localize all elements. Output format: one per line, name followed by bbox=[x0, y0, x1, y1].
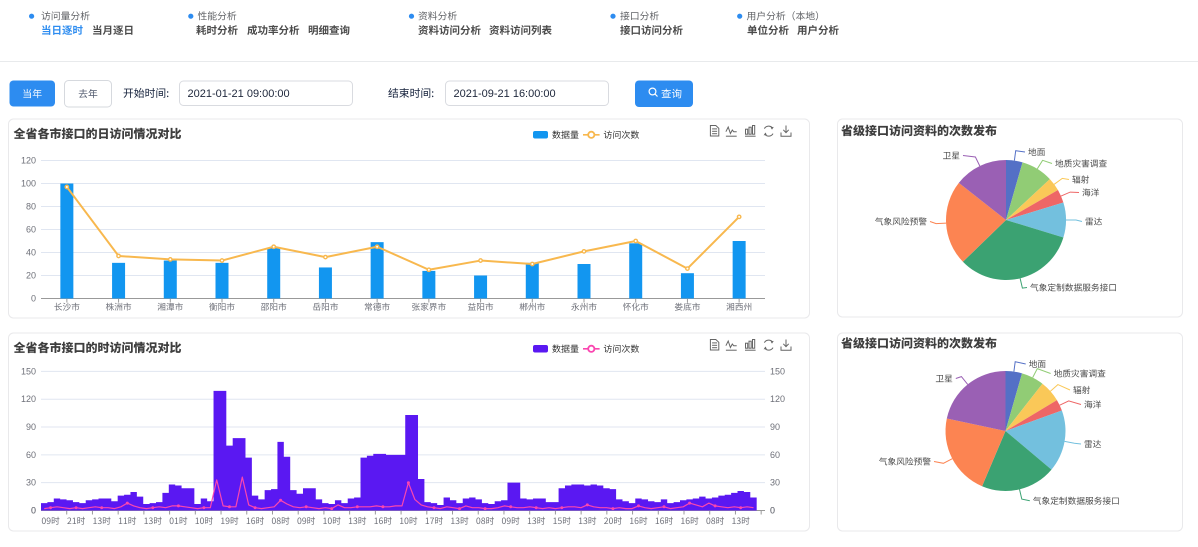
svg-text:150: 150 bbox=[770, 366, 785, 376]
svg-text:80: 80 bbox=[26, 202, 36, 212]
svg-text:0: 0 bbox=[31, 294, 36, 304]
svg-text:120: 120 bbox=[21, 394, 36, 404]
svg-text:0: 0 bbox=[770, 506, 775, 516]
svg-text:2021-01-21 09:00:00: 2021-01-21 09:00:00 bbox=[188, 88, 290, 100]
svg-text:90: 90 bbox=[770, 422, 780, 432]
svg-text:120: 120 bbox=[21, 156, 36, 166]
svg-text:60: 60 bbox=[26, 450, 36, 460]
svg-text:30: 30 bbox=[770, 478, 780, 488]
svg-text:20: 20 bbox=[26, 271, 36, 281]
svg-text:90: 90 bbox=[26, 422, 36, 432]
svg-text:100: 100 bbox=[21, 179, 36, 189]
svg-text:30: 30 bbox=[26, 478, 36, 488]
svg-text:60: 60 bbox=[26, 225, 36, 235]
svg-text:120: 120 bbox=[770, 394, 785, 404]
svg-text:0: 0 bbox=[31, 506, 36, 516]
svg-text:150: 150 bbox=[21, 366, 36, 376]
svg-text:60: 60 bbox=[770, 450, 780, 460]
svg-text:40: 40 bbox=[26, 248, 36, 258]
svg-text:2021-09-21 16:00:00: 2021-09-21 16:00:00 bbox=[454, 88, 556, 100]
